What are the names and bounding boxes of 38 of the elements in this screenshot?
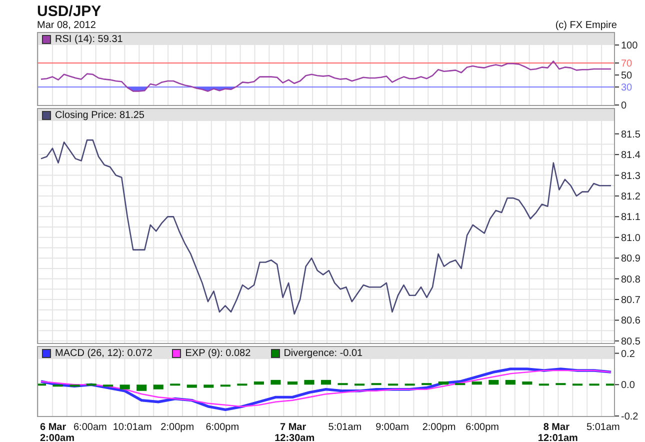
axis-tick-label: 10:01am (112, 422, 152, 433)
axis-tick-label: 30 (621, 82, 632, 94)
axis-tick-label: 9:00am (376, 422, 409, 433)
axis-tick-label: 2:00pm (160, 422, 194, 433)
axis-tick-label: 6:00pm (206, 422, 240, 433)
axis-tick-label: 5:01am (586, 422, 620, 433)
axis-tick-label: 0.2 (621, 348, 635, 360)
axis-tick-label: 80.5 (621, 336, 640, 348)
axis-tick-label: 81.5 (621, 129, 640, 140)
legend-label: Closing Price: 81.25 (55, 110, 144, 120)
axis-tick-label: 81.1 (621, 212, 640, 224)
axis-tick-label: 80.7 (621, 295, 640, 306)
axis-tick-label: 100 (621, 40, 638, 52)
legend-label: Divergence: -0.01 (284, 348, 363, 358)
axis-tick-label: 80.9 (621, 254, 640, 265)
axis-tick-label: 81.0 (621, 232, 640, 244)
legend-label: MACD (26, 12): 0.072 (55, 348, 152, 358)
axis-tick-label: 8 Mar 12:01am (538, 422, 575, 442)
axis-tick-label: 2:00pm (422, 422, 456, 433)
chart-date: Mar 08, 2012 (37, 20, 96, 32)
legend-label: EXP (9): 0.082 (185, 348, 251, 358)
axis-tick-label: 70 (621, 58, 632, 70)
chart-title: USD/JPY (37, 3, 102, 20)
axis-tick-label: 80.8 (621, 274, 640, 286)
axis-tick-label: 0 (621, 100, 627, 112)
axis-tick-label: 81.3 (621, 170, 640, 182)
axis-tick-label: 6:00pm (466, 422, 499, 433)
axis-tick-label: 5:01am (328, 422, 362, 433)
axis-tick-label: 7 Mar 12:30am (274, 422, 312, 442)
axis-tick-label: -0.2 (621, 412, 638, 422)
axis-tick-label: 6:00am (73, 422, 107, 433)
axis-tick-label: 80.6 (621, 316, 640, 327)
axis-tick-label: 81.4 (621, 150, 640, 162)
copyright-text: (c) FX Empire (555, 20, 617, 32)
axis-tick-label: 81.2 (621, 191, 640, 202)
axis-tick-label: 0.0 (621, 380, 635, 392)
axis-tick-label: 50 (621, 70, 632, 82)
legend-label: RSI (14): 59.31 (55, 34, 123, 44)
